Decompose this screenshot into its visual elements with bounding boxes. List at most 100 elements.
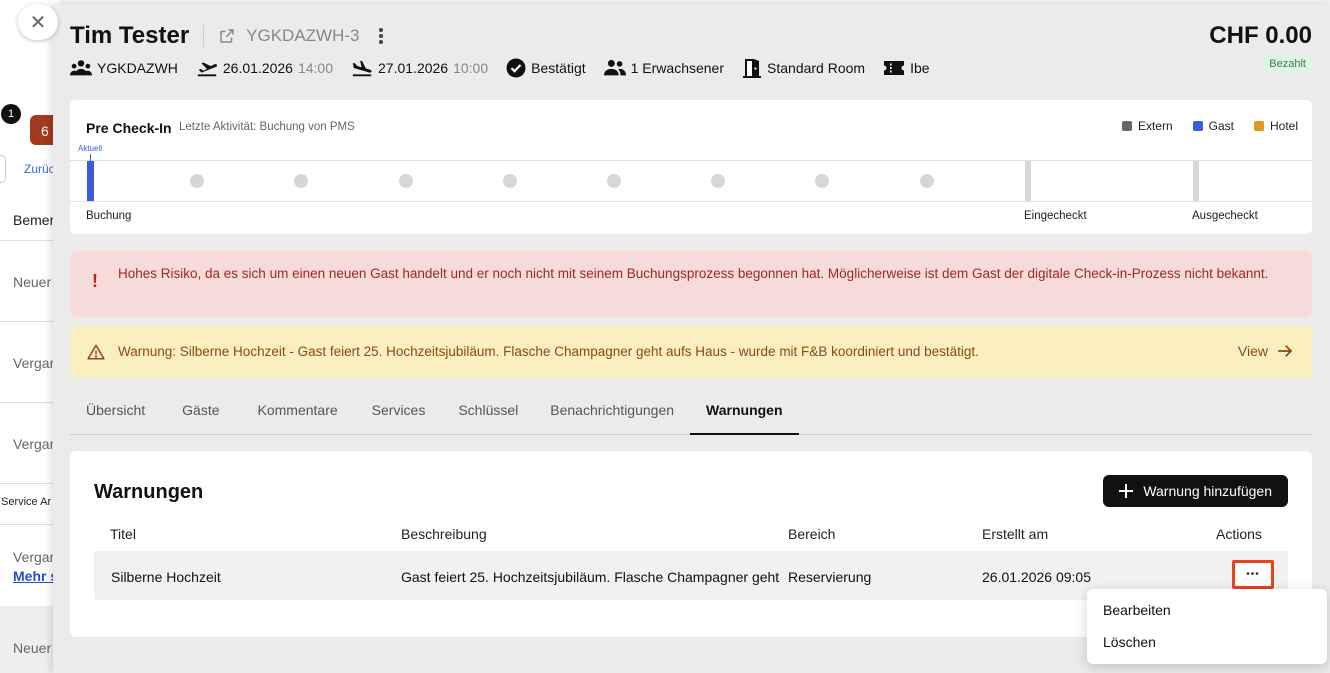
legend-swatch xyxy=(1253,121,1264,131)
divider xyxy=(203,25,205,47)
precheckin-legend: Extern Gast Hotel xyxy=(1121,119,1298,133)
bg-label: Bemer xyxy=(13,212,55,228)
kebab-menu-icon[interactable] xyxy=(378,27,384,45)
more-link[interactable]: Mehr s xyxy=(13,568,58,584)
timeline-step xyxy=(711,174,725,188)
arrow-right-icon xyxy=(1278,345,1293,357)
legend-label: Hotel xyxy=(1269,119,1298,133)
room-type-text: Standard Room xyxy=(767,60,866,76)
bg-label: Vergar xyxy=(13,355,55,371)
total-price: CHF 0.00 xyxy=(1209,22,1312,49)
menu-item-delete[interactable]: Löschen xyxy=(1103,634,1156,650)
warning-triangle-icon xyxy=(87,344,105,360)
back-link[interactable]: Zurüc xyxy=(24,162,55,176)
ticket-icon xyxy=(884,61,905,75)
external-link-icon[interactable] xyxy=(218,27,236,45)
close-button[interactable]: ✕ xyxy=(18,4,58,40)
legend-swatch xyxy=(1192,121,1203,131)
plane-arrival-icon xyxy=(352,60,372,77)
panel-header: Tim Tester YGKDAZWH-3 xyxy=(70,22,384,50)
legend-label: Gast xyxy=(1208,119,1234,133)
plus-icon xyxy=(1119,484,1134,498)
notification-badge: 1 xyxy=(1,104,21,124)
warning-description: Gast feiert 25. Hochzeitsjubiläum. Flasc… xyxy=(401,569,780,585)
departure: 27.01.2026 10:00 xyxy=(351,58,488,78)
divider xyxy=(0,240,60,241)
current-marker xyxy=(87,161,94,201)
warning-area: Reservierung xyxy=(788,569,872,585)
timeline-step xyxy=(294,174,308,188)
booking-id-text: YGKDAZWH xyxy=(97,60,178,76)
legend-item-gast: Gast xyxy=(1192,119,1234,133)
add-warning-button[interactable]: Warnung hinzufügen xyxy=(1103,475,1288,507)
departure-date: 27.01.2026 xyxy=(378,60,449,76)
warning-created: 26.01.2026 09:05 xyxy=(982,569,1091,585)
tab-comments[interactable]: Kommentare xyxy=(241,390,355,435)
row-actions-menu: Bearbeiten Löschen xyxy=(1087,589,1327,664)
tab-warnings[interactable]: Warnungen xyxy=(690,390,799,435)
bg-label: Vergar xyxy=(13,436,55,452)
precheckin-title: Pre Check-In xyxy=(86,120,172,136)
risk-alert-text: Hohes Risiko, da es sich um einen neuen … xyxy=(118,266,1269,281)
legend-label: Extern xyxy=(1137,119,1173,133)
warning-alert: Warnung: Silberne Hochzeit - Gast feiert… xyxy=(70,326,1312,378)
door-icon xyxy=(743,59,762,78)
departure-time: 10:00 xyxy=(453,60,489,76)
group-icon xyxy=(70,60,92,76)
row-actions-button[interactable]: ••• xyxy=(1232,560,1274,589)
view-label: View xyxy=(1237,343,1268,359)
booking-channel: Ibe xyxy=(883,58,930,78)
last-activity: Letzte Aktivität: Buchung von PMS xyxy=(179,121,355,133)
tab-overview[interactable]: Übersicht xyxy=(70,390,161,435)
warning-title: Silberne Hochzeit xyxy=(111,569,221,585)
timeline-step xyxy=(503,174,517,188)
timeline-step xyxy=(920,174,934,188)
milestone-checked-in: Eingecheckt xyxy=(1024,210,1087,222)
guest-count: 1 Erwachsener xyxy=(603,58,725,78)
reservation-code: YGKDAZWH-3 xyxy=(246,26,360,45)
checkout-separator xyxy=(1193,161,1199,201)
divider xyxy=(0,402,60,403)
reservation-tabs: Übersicht Gäste Kommentare Services Schl… xyxy=(70,390,1312,435)
legend-item-hotel: Hotel xyxy=(1253,119,1298,133)
timeline-step xyxy=(815,174,829,188)
check-circle-icon xyxy=(506,58,526,78)
guest-count-text: 1 Erwachsener xyxy=(630,60,725,76)
bg-label: Neuer xyxy=(13,274,52,290)
column-header-description: Beschreibung xyxy=(401,526,487,542)
warning-alert-text: Warnung: Silberne Hochzeit - Gast feiert… xyxy=(118,344,979,359)
status-text: Bestätigt xyxy=(531,60,586,76)
checkin-separator xyxy=(1025,161,1031,201)
arrival: 26.01.2026 14:00 xyxy=(196,58,333,78)
reservation-status: Bestätigt xyxy=(506,58,586,78)
close-icon: ✕ xyxy=(29,11,47,34)
bg-label: Neuer xyxy=(13,640,52,656)
users-icon xyxy=(603,59,626,76)
booking-id: YGKDAZWH xyxy=(70,58,178,78)
plane-departure-icon xyxy=(197,62,218,77)
service-label: Service Ar xyxy=(1,496,52,508)
view-button[interactable]: View xyxy=(1238,342,1294,360)
risk-alert: ! Hohes Risiko, da es sich um einen neue… xyxy=(70,251,1312,317)
divider xyxy=(0,524,60,525)
timeline-step xyxy=(399,174,413,188)
tab-services[interactable]: Services xyxy=(355,390,443,435)
arrival-date: 26.01.2026 xyxy=(222,60,293,76)
payment-status-badge: Bezahlt xyxy=(1263,55,1312,73)
tab-guests[interactable]: Gäste xyxy=(161,390,240,435)
milestone-checked-out: Ausgecheckt xyxy=(1192,210,1258,222)
current-label: Aktuell xyxy=(78,144,103,153)
guest-name: Tim Tester xyxy=(70,22,190,49)
column-header-actions: Actions xyxy=(1216,526,1262,542)
menu-item-edit[interactable]: Bearbeiten xyxy=(1103,602,1171,618)
precheckin-timeline xyxy=(70,160,1312,202)
input-edge xyxy=(0,155,6,183)
tab-keys[interactable]: Schlüssel xyxy=(442,390,534,435)
timeline-step xyxy=(190,174,204,188)
column-header-title: Titel xyxy=(110,526,136,542)
reservation-panel: Tim Tester YGKDAZWH-3 CHF 0.00 Bezahlt Y… xyxy=(53,4,1330,673)
column-header-area: Bereich xyxy=(788,526,836,542)
legend-swatch xyxy=(1121,121,1132,131)
legend-item-extern: Extern xyxy=(1121,119,1173,133)
tab-notifications[interactable]: Benachrichtigungen xyxy=(534,390,690,435)
